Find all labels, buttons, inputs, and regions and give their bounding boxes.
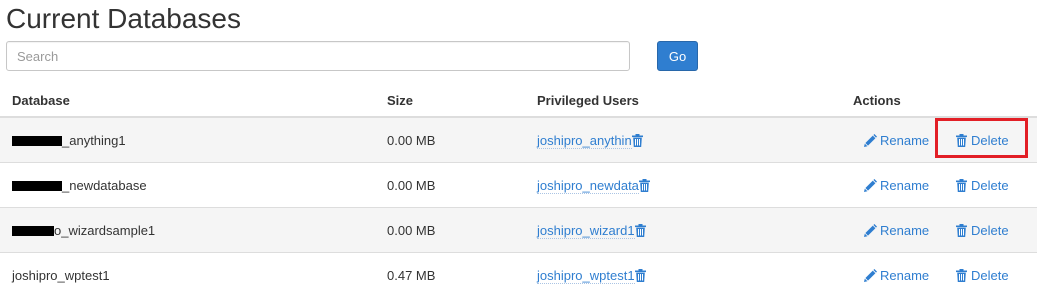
pencil-icon [864,223,877,237]
redaction-bar [12,226,54,237]
privileged-users-cell: joshipro_anythin [537,116,853,163]
trash-icon [956,268,967,282]
database-name: joshipro_wptest1 [12,267,110,283]
rename-button[interactable]: Rename [864,133,929,148]
privileged-user-link[interactable]: joshipro_wizard1 [537,222,635,239]
column-header-privileged-users: Privileged Users [537,84,853,118]
page-title: Current Databases [6,3,242,34]
rename-button[interactable]: Rename [864,223,929,238]
trash-icon[interactable] [634,223,646,237]
delete-label: Delete [971,222,1009,238]
go-button[interactable]: Go [657,41,698,71]
databases-table: Database Size Privileged Users Actions _… [0,84,1037,297]
column-header-database: Database [0,84,387,118]
column-header-size: Size [387,84,537,118]
size-cell: 0.00 MB [387,207,537,253]
trash-icon [956,223,967,237]
trash-icon [956,178,967,192]
database-name: _anything1 [62,132,126,148]
privileged-user-link[interactable]: joshipro_wptest1 [537,267,635,284]
delete-button[interactable]: Delete [956,133,1009,148]
rename-label: Rename [880,132,930,148]
column-header-actions: Actions [853,84,1037,118]
redaction-bar [12,136,62,147]
search-input[interactable] [6,41,630,71]
size-cell: 0.47 MB [387,252,537,297]
delete-label: Delete [971,177,1009,193]
database-cell: _anything1 [0,116,387,163]
trash-icon[interactable] [638,178,650,192]
database-name: o_wizardsample1 [54,222,156,238]
table-header-row: Database Size Privileged Users Actions [0,84,1037,118]
delete-button[interactable]: Delete [956,178,1009,193]
delete-label: Delete [971,132,1009,148]
privileged-user-link[interactable]: joshipro_newdata [537,177,639,194]
table-row: _newdatabase 0.00 MB joshipro_newdata Re… [0,162,1037,208]
rename-label: Rename [880,267,930,283]
actions-cell: Rename Delete [853,252,1037,297]
table-row: o_wizardsample1 0.00 MB joshipro_wizard1… [0,207,1037,253]
redaction-bar [12,181,62,192]
trash-icon[interactable] [634,268,646,282]
rename-button[interactable]: Rename [864,178,929,193]
rename-label: Rename [880,177,930,193]
privileged-users-cell: joshipro_newdata [537,162,853,208]
delete-button[interactable]: Delete [956,223,1009,238]
pencil-icon [864,133,877,147]
database-cell: _newdatabase [0,162,387,208]
delete-label: Delete [971,267,1009,283]
size-cell: 0.00 MB [387,116,537,163]
database-name: _newdatabase [62,177,147,193]
database-cell: o_wizardsample1 [0,207,387,253]
pencil-icon [864,268,877,282]
database-cell: joshipro_wptest1 [0,252,387,297]
privileged-users-cell: joshipro_wizard1 [537,207,853,253]
size-cell: 0.00 MB [387,162,537,208]
trash-icon[interactable] [631,133,643,147]
rename-label: Rename [880,222,930,238]
privileged-users-cell: joshipro_wptest1 [537,252,853,297]
actions-cell: Rename Delete [853,207,1037,253]
privileged-user-link[interactable]: joshipro_anythin [537,132,632,149]
table-row: _anything1 0.00 MB joshipro_anythin Rena… [0,116,1037,163]
actions-cell: Rename Delete [853,162,1037,208]
pencil-icon [864,178,877,192]
rename-button[interactable]: Rename [864,268,929,283]
delete-button[interactable]: Delete [956,268,1009,283]
trash-icon [956,133,967,147]
table-row: joshipro_wptest1 0.47 MB joshipro_wptest… [0,252,1037,297]
current-databases-page: Current Databases Go Database Size Privi… [0,0,1037,308]
actions-cell: Rename Delete [853,116,1037,163]
